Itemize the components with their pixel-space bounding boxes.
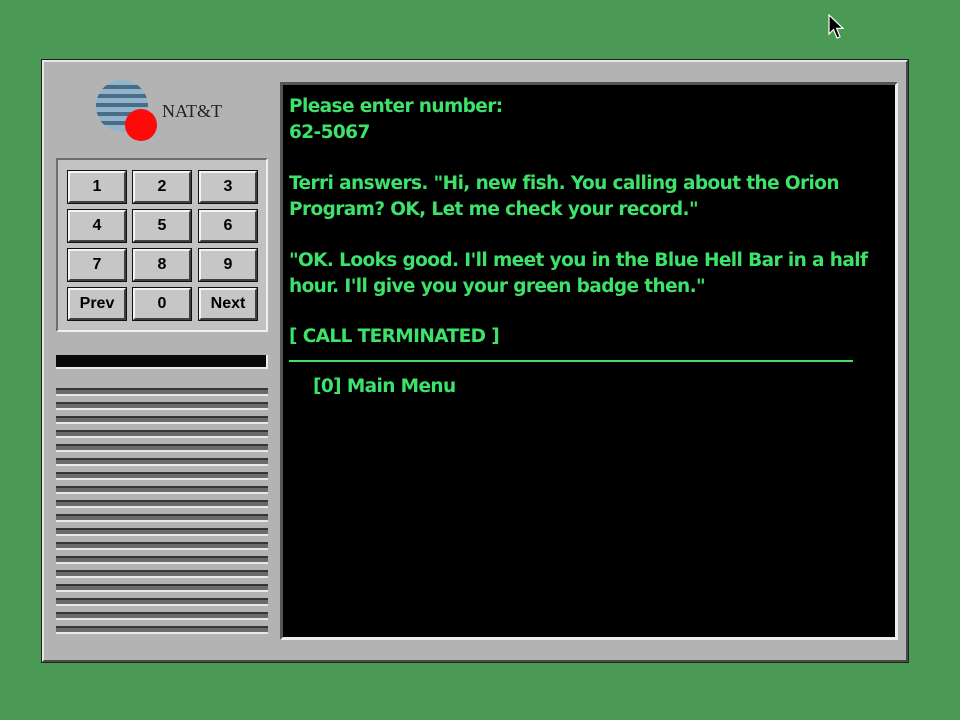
key-3-button[interactable]: 3 <box>198 170 258 204</box>
prev-button[interactable]: Prev <box>67 287 127 321</box>
message-line: Program? OK, Let me check your record." <box>289 199 699 220</box>
message-line: hour. I'll give you your green badge the… <box>289 276 706 297</box>
key-5-button[interactable]: 5 <box>132 209 192 243</box>
logo-text: NAT&T <box>162 101 222 121</box>
key-9-button[interactable]: 9 <box>198 248 258 282</box>
key-4-button[interactable]: 4 <box>67 209 127 243</box>
key-0-button[interactable]: 0 <box>132 287 192 321</box>
main-menu-option[interactable]: [0] Main Menu <box>313 374 456 400</box>
message-line: Terri answers. "Hi, new fish. You callin… <box>289 173 840 194</box>
message-line: "OK. Looks good. I'll meet you in the Bl… <box>289 250 868 271</box>
keypad: 1 2 3 4 5 6 7 8 9 Prev 0 Next <box>56 158 268 332</box>
divider <box>289 360 853 362</box>
speaker-grille <box>56 388 268 640</box>
key-7-button[interactable]: 7 <box>67 248 127 282</box>
prompt-text: Please enter number: <box>289 96 503 117</box>
card-slot <box>56 355 268 369</box>
key-1-button[interactable]: 1 <box>67 170 127 204</box>
terminal-screen: Please enter number: 62-5067 Terri answe… <box>280 82 898 640</box>
call-status: [ CALL TERMINATED ] <box>289 326 500 347</box>
dialed-number: 62-5067 <box>289 122 370 143</box>
mouse-pointer-icon <box>828 14 845 39</box>
key-2-button[interactable]: 2 <box>132 170 192 204</box>
key-6-button[interactable]: 6 <box>198 209 258 243</box>
next-button[interactable]: Next <box>198 287 258 321</box>
key-8-button[interactable]: 8 <box>132 248 192 282</box>
